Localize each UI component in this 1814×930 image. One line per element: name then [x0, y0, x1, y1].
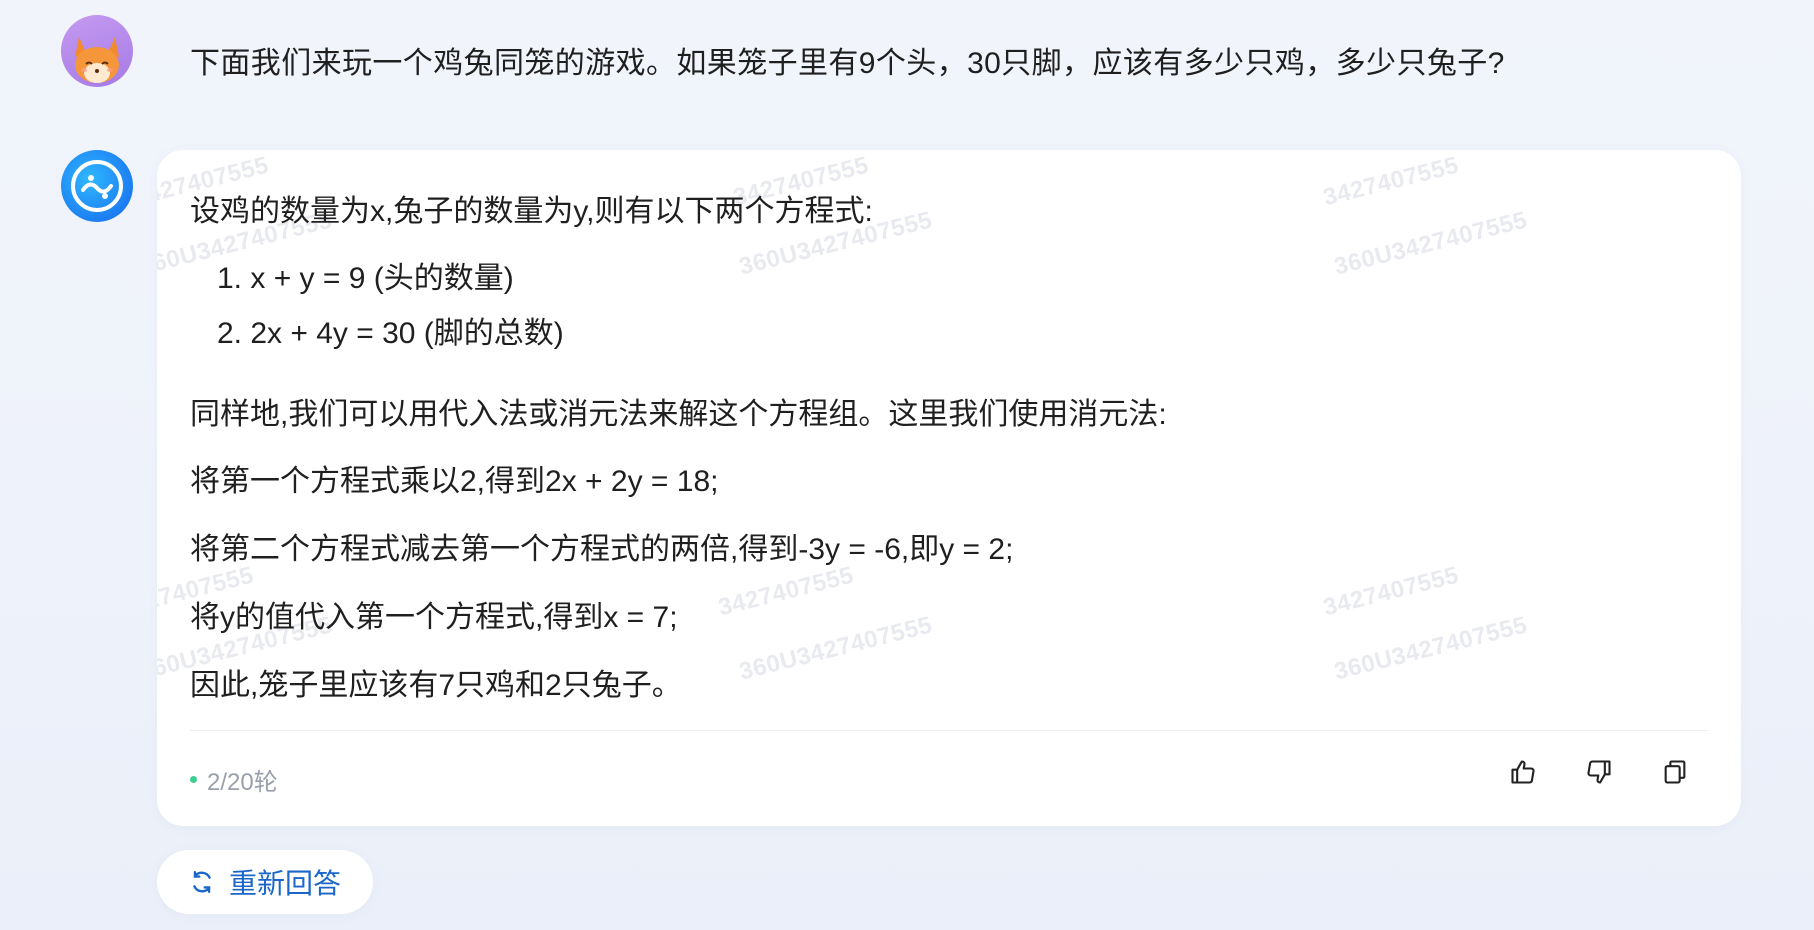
solution-step: 同样地,我们可以用代入法或消元法来解这个方程组。这里我们使用消元法:	[190, 398, 1167, 431]
thumbs-up-button[interactable]	[1507, 756, 1539, 788]
equation-item: 2. 2x + 4y = 30 (脚的总数)	[217, 317, 564, 350]
solution-step: 将第一个方程式乘以2,得到2x + 2y = 18;	[190, 465, 719, 498]
round-counter: 2/20轮	[190, 762, 278, 797]
equation-item: 1. x + y = 9 (头的数量)	[217, 262, 514, 295]
assistant-response-card: 3427407555 360U3427407555 3427407555 360…	[157, 150, 1741, 826]
response-actions	[1507, 756, 1691, 788]
status-dot	[190, 776, 197, 783]
regenerate-label: 重新回答	[229, 868, 342, 899]
divider	[190, 730, 1708, 731]
solution-step: 将y的值代入第一个方程式,得到x = 7;	[190, 601, 678, 634]
watermark: 360U3427407555	[1331, 611, 1531, 686]
regenerate-button[interactable]: 重新回答	[157, 850, 374, 914]
copy-icon	[1664, 760, 1686, 784]
watermark: 3427407555	[715, 561, 857, 622]
watermark: 3427407555	[1320, 561, 1462, 622]
copy-button[interactable]	[1659, 756, 1691, 788]
watermark: 3427407555	[1320, 151, 1462, 212]
round-counter-label: 2/20轮	[207, 769, 278, 796]
thumbs-up-icon	[1511, 760, 1535, 784]
user-message: 下面我们来玩一个鸡兔同笼的游戏。如果笼子里有9个头，30只脚，应该有多少只鸡，多…	[190, 47, 1505, 80]
assistant-logo-icon	[71, 160, 123, 212]
refresh-icon	[193, 871, 211, 893]
watermark: 360U3427407555	[736, 611, 936, 686]
thumbs-down-icon	[1587, 760, 1611, 784]
solution-step: 将第二个方程式减去第一个方程式的两倍,得到-3y = -6,即y = 2;	[190, 533, 1014, 566]
thumbs-down-button[interactable]	[1583, 756, 1615, 788]
solution-conclusion: 因此,笼子里应该有7只鸡和2只兔子。	[190, 669, 682, 702]
assistant-avatar	[61, 150, 133, 222]
user-avatar	[61, 15, 133, 87]
response-intro: 设鸡的数量为x,兔子的数量为y,则有以下两个方程式:	[190, 195, 873, 228]
fox-avatar-icon	[75, 37, 119, 83]
watermark: 360U3427407555	[1331, 206, 1531, 281]
